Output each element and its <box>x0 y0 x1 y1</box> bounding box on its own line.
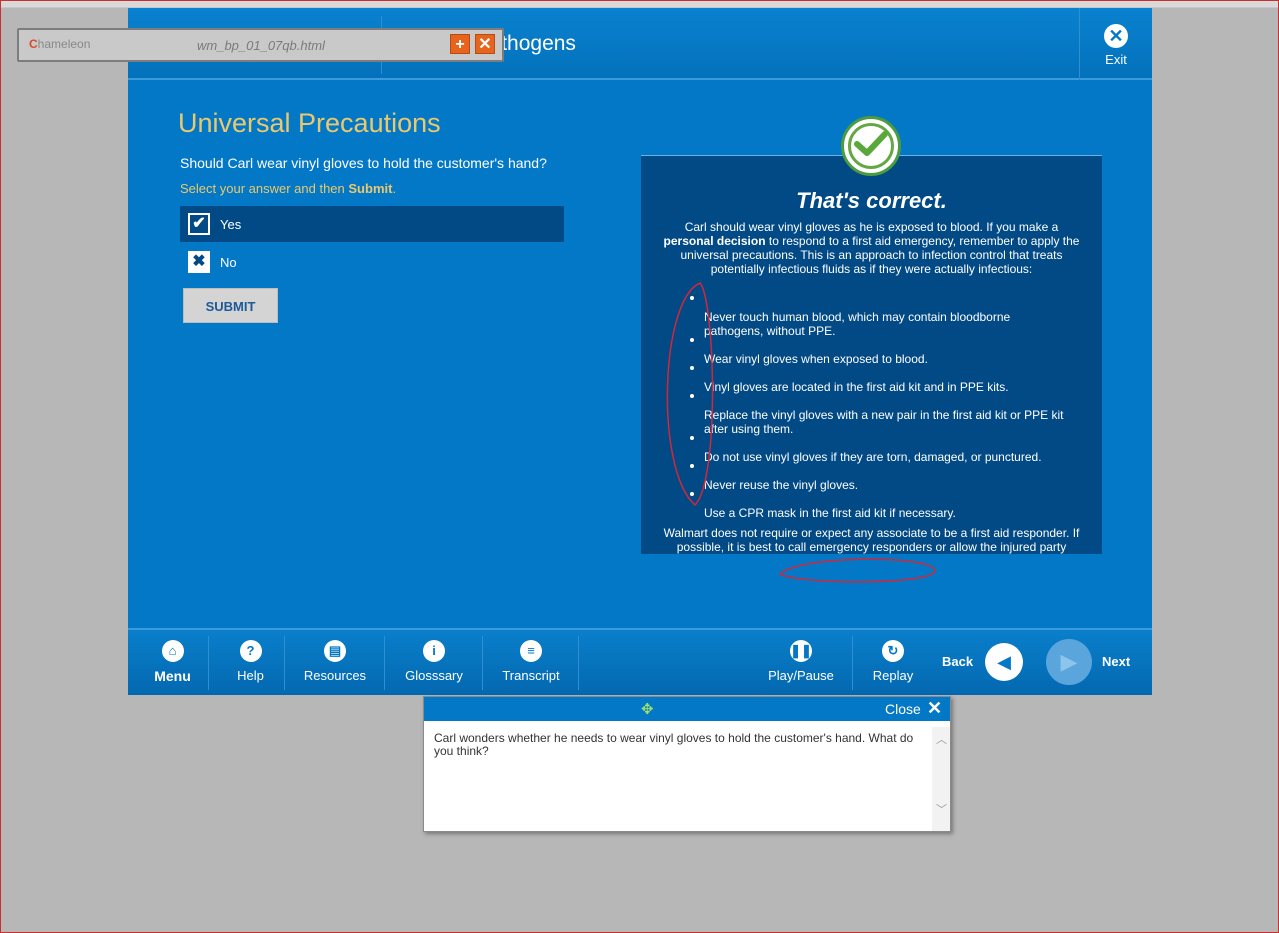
intro-bold: personal decision <box>663 234 766 248</box>
list-item-text: Do not use vinyl gloves if they are torn… <box>704 450 1042 464</box>
option-label: No <box>220 255 237 270</box>
checkmark-icon[interactable]: ✔ <box>188 213 210 235</box>
bullet-icon <box>690 296 694 300</box>
resources-button[interactable]: ▤ Resources <box>300 640 370 683</box>
question-text: Should Carl wear vinyl gloves to hold th… <box>180 155 547 171</box>
toolbar-divider <box>384 636 385 690</box>
toolbar-divider <box>208 636 209 690</box>
instruction-suffix: . <box>392 181 397 196</box>
answer-option-yes[interactable]: ✔ Yes <box>180 206 564 242</box>
plus-icon[interactable]: + <box>450 34 470 54</box>
list-item-text: Wear vinyl gloves when exposed to blood. <box>704 352 928 366</box>
feedback-title: That's correct. <box>796 188 947 213</box>
logo-text: hameleon <box>37 37 91 51</box>
glossary-button[interactable]: i Glosssary <box>400 640 468 683</box>
transcript-header[interactable]: ✥ Close ✕ <box>424 697 950 721</box>
pause-icon: ❚❚ <box>790 640 812 662</box>
exit-button[interactable]: ✕ Exit <box>1090 24 1142 67</box>
logo-initial: C <box>29 37 38 51</box>
scroll-down-icon[interactable]: ﹀ <box>936 801 947 817</box>
submit-button[interactable]: SUBMIT <box>183 288 278 323</box>
bullet-icon <box>690 492 694 496</box>
transcript-text: Carl wonders whether he needs to wear vi… <box>434 731 914 758</box>
list-item: Do not use vinyl gloves if they are torn… <box>686 436 1066 464</box>
next-label[interactable]: Next <box>1102 654 1130 669</box>
section-title: Universal Precautions <box>178 108 441 138</box>
instruction-bold: Submit <box>348 181 393 196</box>
next-arrow-icon[interactable]: ▶ <box>1046 639 1092 685</box>
bullet-icon <box>690 464 694 468</box>
scroll-up-icon[interactable]: ︿ <box>936 731 947 747</box>
list-item: Wear vinyl gloves when exposed to blood. <box>686 338 1066 366</box>
toolbar-divider <box>578 636 579 690</box>
course-player: e Pathogens ✕ Exit Universal Precautions… <box>128 8 1152 695</box>
precautions-list: Never touch human blood, which may conta… <box>686 296 1066 520</box>
play-pause-label: Play/Pause <box>768 668 834 683</box>
question-icon: ? <box>239 640 262 662</box>
glossary-label: Glosssary <box>405 668 463 683</box>
replay-label: Replay <box>872 668 914 683</box>
bottom-toolbar: ⌂ Menu ? Help ▤ Resources i Glosssary ≡ … <box>128 628 1152 695</box>
x-mark-icon[interactable]: ✖ <box>188 251 210 273</box>
list-item: Replace the vinyl gloves with a new pair… <box>686 394 1066 436</box>
bullet-icon <box>690 394 694 398</box>
list-item-text: Never reuse the vinyl gloves. <box>704 478 859 492</box>
toolbar-divider <box>852 636 853 690</box>
close-icon: ✕ <box>1104 24 1128 48</box>
back-label[interactable]: Back <box>942 654 973 669</box>
browser-top-strip <box>0 0 1279 8</box>
scrollbar[interactable]: ︿ ﹀ <box>932 727 950 831</box>
toolbar-divider <box>482 636 483 690</box>
close-label[interactable]: Close <box>885 701 921 717</box>
chameleon-toolbar[interactable]: Chameleon wm_bp_01_07qb.html + ✕ <box>17 28 504 62</box>
intro-text: Carl should wear vinyl gloves as he is e… <box>684 220 1059 234</box>
help-label: Help <box>237 668 264 683</box>
list-item: Never reuse the vinyl gloves. <box>686 464 1066 492</box>
bullet-icon <box>690 338 694 342</box>
document-icon: ▤ <box>324 640 346 662</box>
list-item: Use a CPR mask in the first aid kit if n… <box>686 492 1066 520</box>
list-item-text: Never touch human blood, which may conta… <box>704 310 1011 338</box>
back-arrow-icon[interactable]: ◀ <box>985 643 1023 681</box>
transcript-popup: ✥ Close ✕ Carl wonders whether he needs … <box>423 696 951 832</box>
menu-button[interactable]: ⌂ Menu <box>150 640 195 684</box>
check-svg <box>854 131 888 156</box>
instruction-prefix: Select your answer and then <box>180 181 349 196</box>
feedback-footer: Walmart does not require or expect any a… <box>663 526 1080 554</box>
list-icon: ≡ <box>520 640 542 662</box>
list-item-text: Use a CPR mask in the first aid kit if n… <box>704 506 956 520</box>
replay-icon: ↻ <box>882 640 904 662</box>
header-divider <box>1079 8 1080 80</box>
resources-label: Resources <box>303 668 367 683</box>
list-item-text: Vinyl gloves are located in the first ai… <box>704 380 1009 394</box>
move-icon[interactable]: ✥ <box>641 700 654 718</box>
instruction-text: Select your answer and then Submit. <box>180 181 396 196</box>
exit-label: Exit <box>1105 52 1127 67</box>
list-item: Never touch human blood, which may conta… <box>686 296 1066 338</box>
option-label: Yes <box>220 217 242 232</box>
home-icon: ⌂ <box>161 640 184 662</box>
feedback-intro: Carl should wear vinyl gloves as he is e… <box>661 220 1082 276</box>
replay-button[interactable]: ↻ Replay <box>868 640 918 683</box>
file-name: wm_bp_01_07qb.html <box>197 38 325 53</box>
checkmark-icon <box>841 116 901 176</box>
answer-option-no[interactable]: ✖ No <box>180 244 564 280</box>
help-button[interactable]: ? Help <box>228 640 273 683</box>
bullet-icon <box>690 436 694 440</box>
transcript-button[interactable]: ≡ Transcript <box>498 640 564 683</box>
menu-label: Menu <box>154 668 191 684</box>
info-icon: i <box>423 640 445 662</box>
toolbar-divider <box>284 636 285 690</box>
list-item: Vinyl gloves are located in the first ai… <box>686 366 1066 394</box>
transcript-label: Transcript <box>502 668 560 683</box>
play-pause-button[interactable]: ❚❚ Play/Pause <box>766 640 836 683</box>
list-item-text: Replace the vinyl gloves with a new pair… <box>704 408 1064 436</box>
chameleon-logo: Chameleon <box>29 37 90 51</box>
close-icon[interactable]: ✕ <box>475 34 495 54</box>
bullet-icon <box>690 366 694 370</box>
feedback-panel: That's correct. Carl should wear vinyl g… <box>641 155 1102 554</box>
close-icon[interactable]: ✕ <box>927 698 942 719</box>
